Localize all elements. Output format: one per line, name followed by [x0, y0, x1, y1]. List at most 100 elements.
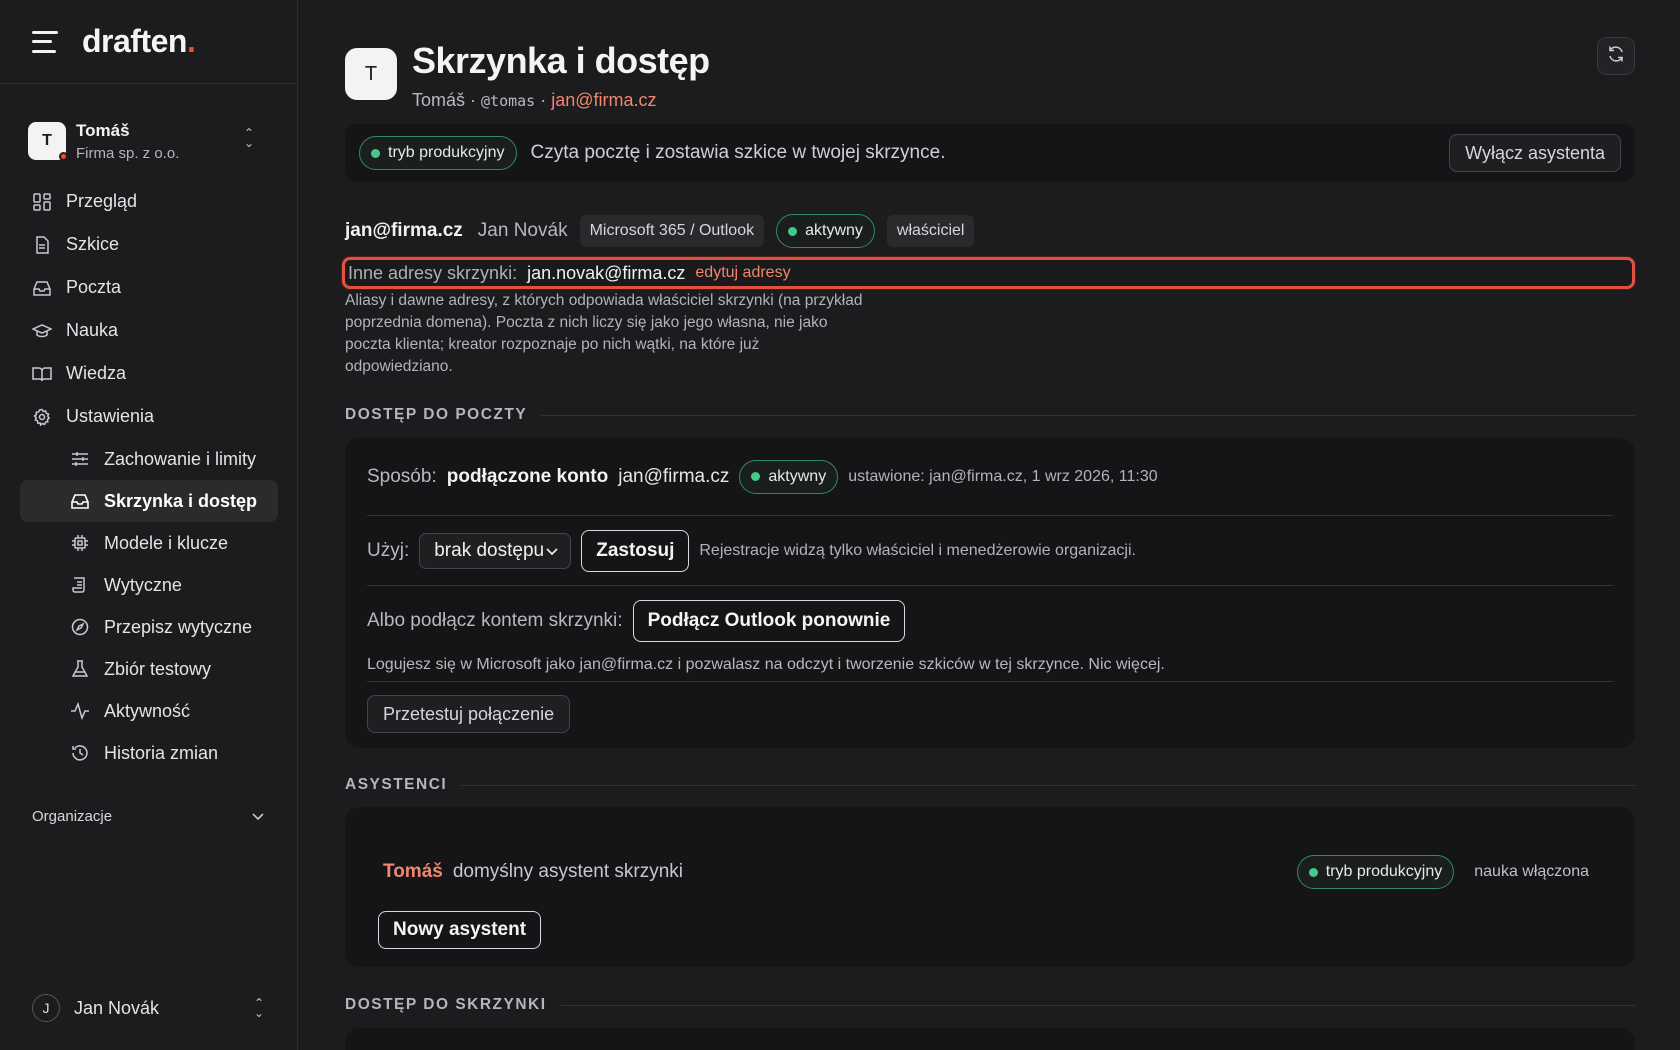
sidebar-item-label: Szkice	[66, 234, 120, 254]
sidebar-item-szkice[interactable]: Szkice	[20, 223, 278, 266]
graduation-cap-icon	[32, 321, 52, 341]
scroll-icon	[70, 575, 90, 595]
new-assistant-button[interactable]: Nowy asystent	[378, 911, 542, 949]
mailbox-email: jan@firma.cz	[345, 220, 463, 241]
sidebar-item-label: Nauka	[66, 320, 119, 340]
inbox-icon	[32, 278, 52, 298]
provider-tag: Microsoft 365 / Outlook	[579, 215, 765, 247]
menu-icon[interactable]	[32, 30, 60, 53]
sidebar-subitem-przepisz[interactable]: Przepisz wytyczne	[20, 606, 278, 648]
test-connection-button[interactable]: Przetestuj połączenie	[367, 695, 571, 733]
chevron-down-icon	[252, 808, 264, 825]
sidebar-subitem-modele[interactable]: Modele i klucze	[20, 522, 278, 564]
user-name: Jan Novák	[74, 997, 160, 1018]
sidebar-item-poczta[interactable]: Poczta	[20, 266, 278, 309]
chevron-down-icon	[546, 540, 558, 562]
sidebar-nav: Przegląd Szkice Poczta Nauka Wiedza Usta…	[20, 180, 278, 774]
access-select[interactable]: brak dostępu	[419, 532, 572, 569]
sidebar-item-label: Wiedza	[66, 363, 127, 383]
sidebar-subitem-aktywnosc[interactable]: Aktywność	[20, 690, 278, 732]
page-subtitle: Tomáš · @tomas · jan@firma.cz	[412, 90, 657, 110]
aliases-label: Inne adresy skrzynki:	[348, 262, 518, 283]
method-email: jan@firma.cz	[618, 465, 730, 487]
handle: @tomas	[481, 92, 536, 110]
role-tag: właściciel	[886, 215, 975, 247]
compass-icon	[70, 617, 90, 637]
sidebar-item-label: Poczta	[66, 277, 122, 297]
section-title: DOSTĘP DO SKRZYNKI	[345, 996, 547, 1013]
page-title: Skrzynka i dostęp	[412, 40, 710, 81]
aliases-help-text: Aliasy i dawne adresy, z których odpowia…	[345, 292, 863, 375]
sidebar-item-label: Zbiór testowy	[104, 658, 212, 679]
org-name: Tomáš	[76, 120, 130, 140]
aliases-field[interactable]: Inne adresy skrzynki: jan.novak@firma.cz…	[342, 257, 1635, 289]
sidebar-item-label: Historia zmian	[104, 742, 219, 763]
refresh-icon	[1607, 45, 1625, 68]
test-row: Przetestuj połączenie	[367, 682, 1613, 746]
connect-note: Logujesz się w Microsoft jako jan@firma.…	[367, 656, 1613, 682]
user-menu[interactable]: J Jan Novák ⌃ ⌄	[32, 994, 264, 1022]
organizations-toggle[interactable]: Organizacje	[32, 808, 264, 825]
section-mailbox-access: DOSTĘP DO SKRZYNKI	[345, 996, 1635, 1014]
disable-assistant-button[interactable]: Wyłącz asystenta	[1449, 134, 1621, 172]
mode-description: Czyta pocztę i zostawia szkice w twojej …	[530, 142, 946, 163]
sidebar-subitem-skrzynka[interactable]: Skrzynka i dostęp	[20, 480, 278, 522]
sidebar-subitem-historia[interactable]: Historia zmian	[20, 732, 278, 774]
status-dot	[371, 148, 380, 158]
file-icon	[32, 235, 52, 255]
section-mail-access: DOSTĘP DO POCZTY	[345, 406, 1635, 424]
reconnect-outlook-button[interactable]: Podłącz Outlook ponownie	[632, 600, 906, 642]
header-email[interactable]: jan@firma.cz	[551, 90, 656, 110]
sidebar-subitem-zachowanie[interactable]: Zachowanie i limity	[20, 438, 278, 480]
connect-row: Albo podłącz kontem skrzynki: Podłącz Ou…	[367, 586, 1613, 656]
assistant-name[interactable]: Tomáš	[383, 861, 443, 883]
flask-icon	[70, 659, 90, 679]
assistants-card: Tomáš domyślny asystent skrzynki tryb pr…	[345, 807, 1635, 967]
chevron-up-down-icon: ⌃ ⌄	[253, 996, 264, 1020]
use-row: Użyj: brak dostępu Zastosuj Rejestracje …	[367, 516, 1613, 586]
sidebar-subitem-zbior[interactable]: Zbiór testowy	[20, 648, 278, 690]
sidebar-item-label: Przepisz wytyczne	[104, 616, 253, 637]
apply-button[interactable]: Zastosuj	[581, 529, 690, 572]
grid-icon	[32, 192, 52, 212]
org-avatar: T	[28, 122, 68, 161]
chip-icon	[70, 533, 90, 553]
main-content: T Skrzynka i dostęp Tomáš · @tomas · jan…	[342, 0, 1635, 1050]
method-value: podłączone konto	[446, 465, 609, 487]
page-header: T Skrzynka i dostęp Tomáš · @tomas · jan…	[345, 40, 710, 111]
method-row: Sposób: podłączone konto jan@firma.cz ak…	[367, 438, 1613, 516]
aliases-value: jan.novak@firma.cz	[527, 262, 686, 283]
sidebar-item-label: Przegląd	[66, 191, 138, 211]
mode-pill: tryb produkcyjny	[1296, 855, 1455, 889]
sidebar-item-label: Skrzynka i dostęp	[104, 490, 258, 511]
sidebar-item-label: Zachowanie i limity	[104, 448, 257, 469]
org-switcher[interactable]: T Tomáš Firma sp. z o.o. ⌃ ⌄	[28, 116, 272, 166]
organizations-label: Organizacje	[32, 808, 113, 825]
section-title: DOSTĘP DO POCZTY	[345, 406, 528, 423]
set-info: ustawione: jan@firma.cz, 1 wrz 2026, 11:…	[848, 467, 1158, 485]
activity-icon	[70, 701, 90, 721]
sidebar-item-ustawienia[interactable]: Ustawienia	[20, 395, 278, 438]
sidebar-item-nauka[interactable]: Nauka	[20, 309, 278, 352]
gear-icon	[32, 407, 52, 427]
section-assistants: ASYSTENCI	[345, 776, 1635, 794]
book-icon	[32, 364, 52, 384]
inbox-icon	[70, 491, 90, 511]
mode-pill: tryb produkcyjny	[359, 136, 517, 170]
sidebar-item-wiedza[interactable]: Wiedza	[20, 352, 278, 395]
assistant-row[interactable]: Tomáš domyślny asystent skrzynki tryb pr…	[383, 855, 1589, 889]
refresh-button[interactable]	[1597, 37, 1635, 75]
chevron-up-down-icon: ⌃ ⌄	[243, 126, 254, 150]
brand-bar: draften.	[0, 0, 297, 84]
learning-status: nauka włączona	[1474, 863, 1589, 880]
status-badge: aktywny	[739, 459, 839, 494]
assistant-description: domyślny asystent skrzynki	[452, 861, 684, 882]
brand-logo[interactable]: draften.	[82, 23, 196, 60]
sidebar-item-przeglad[interactable]: Przegląd	[20, 180, 278, 223]
sidebar-subitem-wytyczne[interactable]: Wytyczne	[20, 564, 278, 606]
sidebar-item-label: Aktywność	[104, 700, 191, 721]
status-badge: aktywny	[776, 214, 875, 248]
edit-aliases-link[interactable]: edytuj adresy	[695, 264, 790, 282]
sidebar-item-label: Wytyczne	[104, 574, 182, 595]
mailbox-row: jan@firma.cz Jan Novák Microsoft 365 / O…	[345, 214, 975, 248]
